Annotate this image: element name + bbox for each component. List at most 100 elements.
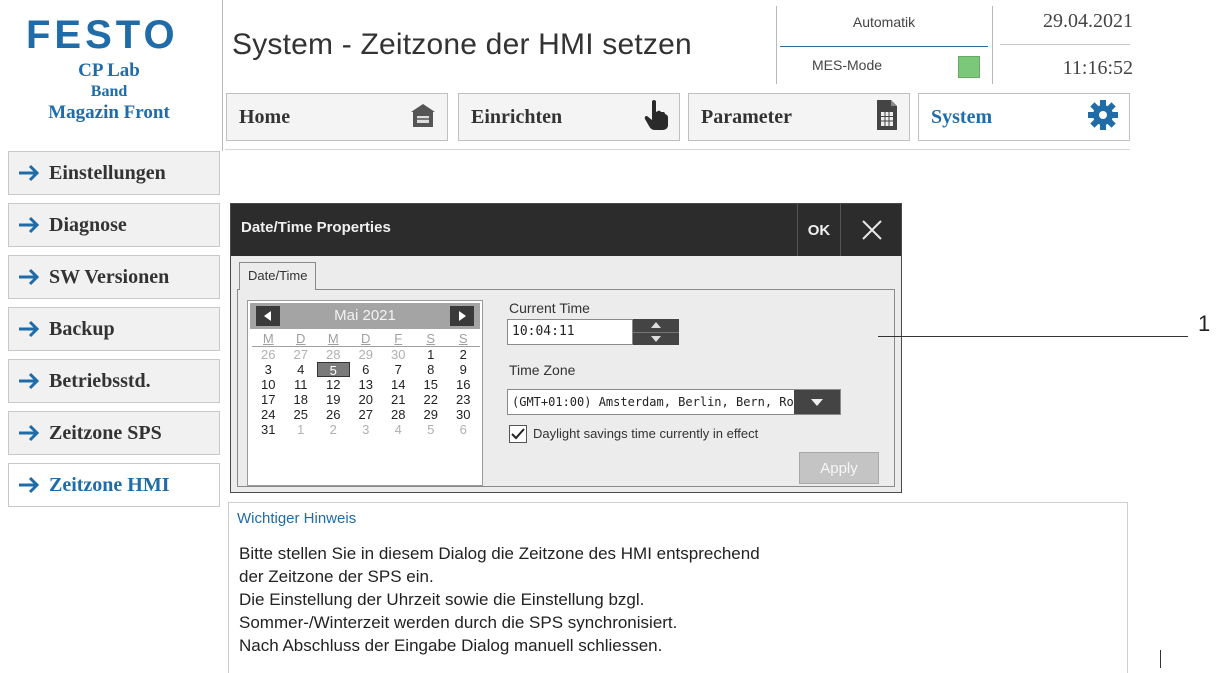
calendar-day[interactable]: 13 [350,377,383,392]
calendar-day[interactable]: 17 [252,392,285,407]
gear-icon [1087,99,1119,136]
time-spinner[interactable] [633,319,679,345]
datetime-dialog: Date/Time Properties OK Date/Time Mai 20… [230,203,902,493]
calendar-day[interactable]: 29 [415,407,448,422]
weekday-label: S [458,331,468,346]
chevron-down-icon[interactable] [794,390,840,414]
scroll-tick [1160,650,1161,668]
station-line-2: Band [90,83,128,100]
calendar-day[interactable]: 3 [252,362,285,377]
top-nav-label: Einrichten [471,105,563,128]
calendar-day[interactable]: 28 [317,347,350,362]
side-nav-betriebsstd[interactable]: Betriebsstd. [8,359,220,403]
header-divider [222,0,223,151]
calendar-day[interactable]: 26 [317,407,350,422]
spin-up-icon[interactable] [633,319,679,333]
calendar-day-selected[interactable]: 5 [317,362,350,378]
calendar-day[interactable]: 2 [317,422,350,437]
tab-datetime[interactable]: Date/Time [239,262,317,290]
calendar-day[interactable]: 4 [382,422,415,437]
top-nav-einrichten[interactable]: Einrichten [458,93,680,141]
calendar-day[interactable]: 28 [382,407,415,422]
top-nav-home[interactable]: Home [226,93,448,141]
building-icon [409,102,437,133]
calendar-prev-button[interactable] [256,306,280,326]
calendar-day[interactable]: 23 [447,392,480,407]
apply-button[interactable]: Apply [799,452,879,484]
side-nav-label: Zeitzone SPS [49,421,162,444]
top-nav-parameter[interactable]: Parameter [688,93,910,141]
side-nav-zeitzone-sps[interactable]: Zeitzone SPS [8,411,220,455]
header-date: 29.04.2021 [1043,10,1133,32]
header-bottom-line [225,149,1130,150]
side-nav: Einstellungen Diagnose SW Versionen Back… [8,151,220,515]
calendar-day[interactable]: 31 [252,422,285,437]
top-nav-label: Home [239,105,291,128]
calendar-next-button[interactable] [450,306,474,326]
calendar-day[interactable]: 21 [382,392,415,407]
date-divider [1000,44,1130,45]
dialog-ok-button[interactable]: OK [797,204,841,256]
svg-text:FESTO: FESTO [26,14,179,54]
side-nav-diagnose[interactable]: Diagnose [8,203,220,247]
weekday-label: M [262,331,274,346]
current-time-input[interactable]: 10:04:11 [507,319,633,345]
calendar-day[interactable]: 16 [447,377,480,392]
calendar-day[interactable]: 19 [317,392,350,407]
calendar-day[interactable]: 3 [350,422,383,437]
calendar-week: 17 18 19 20 21 22 23 [252,392,480,407]
calendar-day[interactable]: 9 [447,362,480,377]
calendar-day[interactable]: 22 [415,392,448,407]
side-nav-einstellungen[interactable]: Einstellungen [8,151,220,195]
dst-checkbox[interactable] [509,425,527,443]
calendar-day[interactable]: 30 [447,407,480,422]
side-nav-sw-versionen[interactable]: SW Versionen [8,255,220,299]
calendar-day[interactable]: 8 [415,362,448,377]
dialog-close-button[interactable] [845,204,899,256]
calendar-day[interactable]: 18 [285,392,318,407]
calendar-day[interactable]: 15 [415,377,448,392]
calendar-day[interactable]: 4 [285,362,318,377]
callout-line [878,336,1188,337]
calendar-day[interactable]: 24 [252,407,285,422]
calendar-day[interactable]: 2 [447,347,480,362]
calendar-day[interactable]: 1 [415,347,448,362]
dst-label: Daylight savings time currently in effec… [533,426,759,441]
calendar-day[interactable]: 27 [350,407,383,422]
calendar-day[interactable]: 12 [317,377,350,392]
calendar-day[interactable]: 6 [447,422,480,437]
calendar-day[interactable]: 5 [415,422,448,437]
top-nav-system[interactable]: System [918,93,1130,141]
calendar-day[interactable]: 6 [350,362,383,377]
arrow-right-icon [9,371,49,391]
side-nav-zeitzone-hmi[interactable]: Zeitzone HMI [8,463,220,507]
calendar-day[interactable]: 14 [382,377,415,392]
close-icon [862,220,882,240]
calendar-day[interactable]: 30 [382,347,415,362]
checkmark-icon [511,428,525,440]
current-time-label: Current Time [509,300,590,316]
time-zone-value: (GMT+01:00) Amsterdam, Berlin, Bern, Ro [512,395,794,409]
side-nav-backup[interactable]: Backup [8,307,220,351]
calendar-day[interactable]: 27 [285,347,318,362]
header-divider [776,6,777,84]
pointing-hand-icon [643,99,669,136]
time-zone-select[interactable]: (GMT+01:00) Amsterdam, Berlin, Bern, Ro [507,389,841,415]
arrow-right-icon [9,267,49,287]
spin-down-icon[interactable] [633,333,679,346]
calendar-day[interactable]: 26 [252,347,285,362]
document-grid-icon [875,99,899,136]
calendar-day[interactable]: 20 [350,392,383,407]
calendar-month-label: Mai 2021 [334,307,396,324]
mode-label: Automatik [852,14,916,30]
calendar-day[interactable]: 11 [285,377,318,392]
side-nav-label: Einstellungen [49,161,166,184]
dialog-titlebar: Date/Time Properties OK [231,204,901,256]
calendar-day[interactable]: 29 [350,347,383,362]
calendar-header: Mai 2021 [250,303,480,329]
calendar-day[interactable]: 25 [285,407,318,422]
calendar-day[interactable]: 1 [285,422,318,437]
calendar-day[interactable]: 10 [252,377,285,392]
notice-title: Wichtiger Hinweis [237,510,357,527]
calendar-day[interactable]: 7 [382,362,415,377]
